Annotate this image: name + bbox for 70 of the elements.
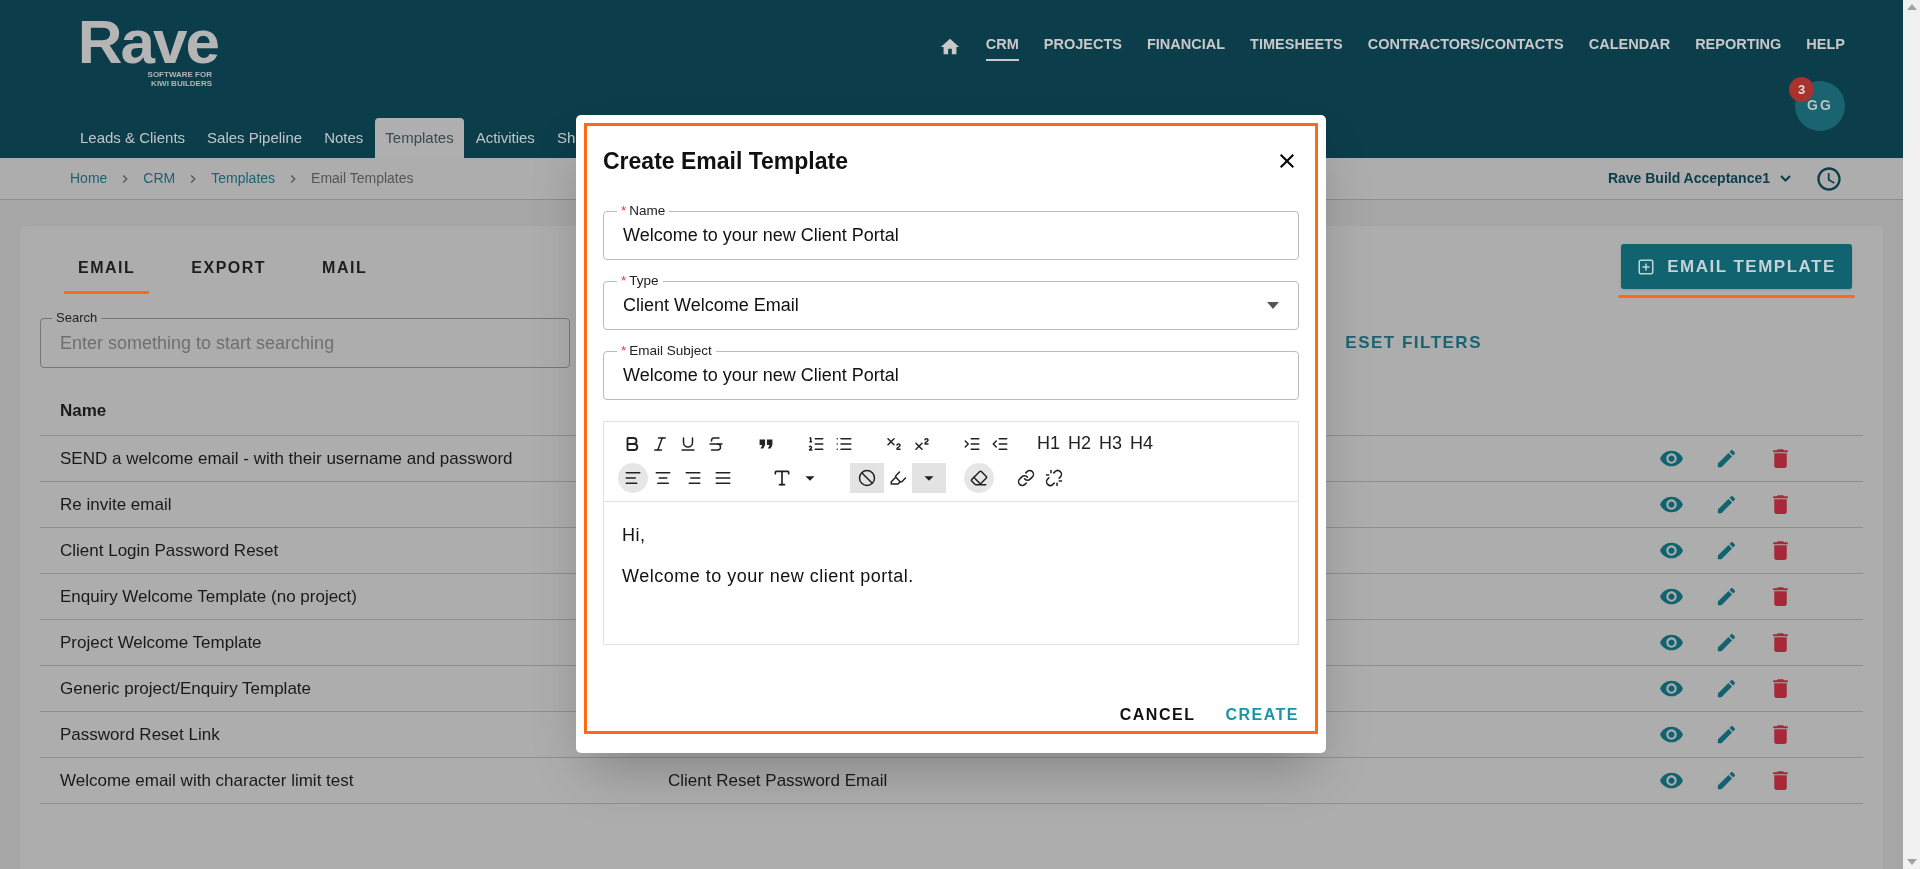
edit-icon[interactable] — [1715, 447, 1738, 470]
table-cell-text: Generic project/Enquiry Template — [60, 677, 313, 700]
add-icon — [1637, 257, 1656, 276]
chevron-icon — [1780, 175, 1791, 182]
required-mark: * — [621, 203, 627, 219]
table-cell-text: Enquiry Welcome Template (no project) — [60, 585, 358, 608]
create-button[interactable]: CREATE — [1225, 703, 1299, 727]
table-cell-text: Project Welcome Template — [60, 631, 263, 654]
nav-link[interactable]: REPORTING — [1695, 34, 1782, 61]
tab[interactable]: EMAIL — [64, 244, 150, 294]
nav-link[interactable]: HELP — [1806, 34, 1845, 61]
table-cell-text: Welcome email with character limit test — [60, 769, 355, 792]
scrollbar[interactable] — [1903, 0, 1920, 869]
nav-link[interactable]: PROJECTS — [1043, 34, 1122, 61]
nav-link[interactable]: TIMESHEETS — [1250, 34, 1343, 61]
logo-tagline: KIWI BUILDERS — [151, 79, 213, 88]
sub-nav-tab[interactable]: Leads & Clients — [70, 118, 196, 158]
edit-icon[interactable] — [1715, 631, 1738, 654]
dropdown-arrow-icon — [1267, 302, 1279, 309]
heading-button[interactable]: H1 — [1036, 430, 1061, 457]
nav-link[interactable]: FINANCIAL — [1146, 34, 1226, 61]
align-icon — [654, 469, 672, 487]
table-cell-text: Client Reset Password Email — [668, 769, 888, 792]
sub-nav-tab[interactable]: Templates — [375, 118, 464, 158]
align-icon — [684, 469, 702, 487]
sub-nav-tab[interactable]: Activities — [465, 118, 545, 158]
company-selector[interactable]: Rave Build Acceptance1 — [1607, 168, 1791, 189]
edit-icon[interactable] — [1715, 677, 1738, 700]
sub-nav-tab[interactable]: Sales Pipeline — [197, 118, 313, 158]
field-label: Name — [629, 203, 666, 219]
edit-icon[interactable] — [1715, 493, 1738, 516]
body-paragraph: Hi, — [622, 524, 647, 547]
sub-nav-tab[interactable]: Sh — [546, 118, 586, 158]
tab[interactable]: EXPORT — [177, 244, 281, 294]
nav-link[interactable]: CALENDAR — [1588, 34, 1671, 61]
cancel-button[interactable]: CANCEL — [1119, 703, 1196, 727]
add-template-button[interactable]: EMAIL TEMPLATE — [1621, 244, 1852, 289]
sub-nav-tab[interactable]: Notes — [314, 118, 374, 158]
field-label: Type — [629, 273, 659, 289]
edit-icon[interactable] — [1715, 539, 1738, 562]
edit-icon[interactable] — [1715, 769, 1738, 792]
dialog-title: Create Email Template — [603, 146, 848, 176]
align-icon — [624, 469, 642, 487]
column-header: Name — [60, 399, 107, 422]
tab[interactable]: MAIL — [308, 244, 382, 294]
heading-button[interactable]: H4 — [1129, 430, 1155, 457]
current-page-label: Email Templates — [311, 169, 414, 188]
table-cell-text: Client Login Password Reset — [60, 539, 280, 562]
field-label: Email Subject — [629, 343, 712, 359]
required-mark: * — [621, 343, 627, 359]
edit-icon[interactable] — [1715, 723, 1738, 746]
clear-icon[interactable] — [850, 463, 884, 493]
required-mark: * — [621, 273, 627, 289]
body-paragraph: Welcome to your new client portal. — [622, 565, 915, 588]
edit-icon[interactable] — [1715, 585, 1738, 608]
align-button[interactable] — [618, 463, 648, 493]
eraser-icon[interactable] — [964, 463, 994, 493]
history-icon[interactable] — [1815, 164, 1843, 193]
table-cell-text: Re invite email — [60, 493, 173, 516]
nav-link[interactable]: CRM — [985, 34, 1019, 61]
scroll-up-icon[interactable] — [1906, 4, 1917, 10]
heading-button[interactable]: H3 — [1098, 430, 1124, 457]
logo-wordmark: Rave — [77, 14, 218, 70]
table-cell-text: SEND a welcome email - with their username and password — [60, 447, 514, 470]
scroll-down-icon[interactable] — [1906, 859, 1917, 865]
nav-link[interactable]: CONTRACTORS/CONTACTS — [1367, 34, 1564, 61]
heading-button[interactable]: H2 — [1067, 430, 1093, 457]
align-icon — [714, 469, 732, 487]
table-cell-text: Password Reset Link — [60, 723, 221, 746]
logo-tagline: SOFTWARE FOR — [147, 70, 213, 79]
